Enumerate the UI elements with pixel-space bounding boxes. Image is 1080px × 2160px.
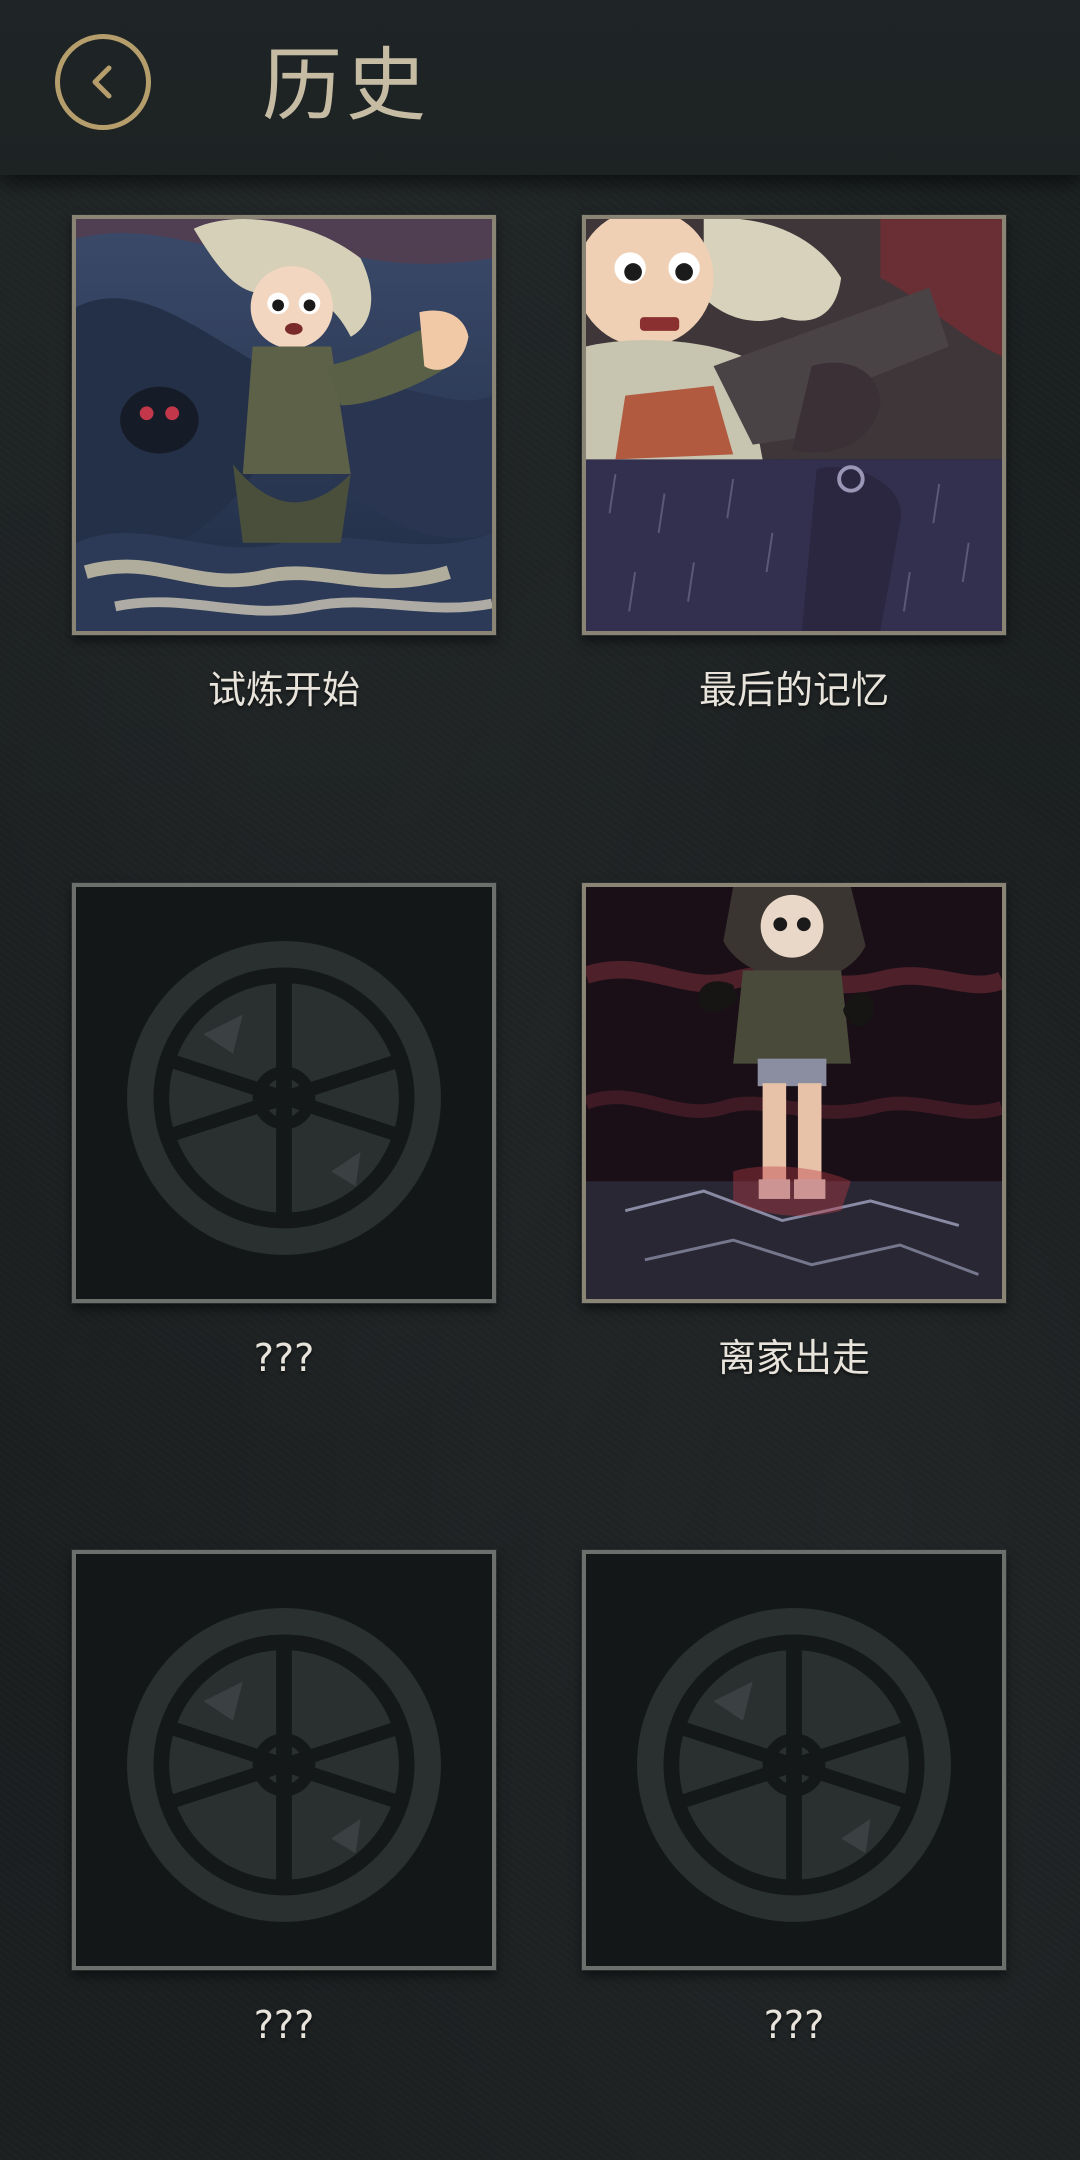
last-memory-illustration xyxy=(586,219,1002,631)
history-entry-6: ??? xyxy=(582,1550,1006,2050)
history-thumbnail-3[interactable] xyxy=(72,883,496,1303)
history-thumbnail-6[interactable] xyxy=(582,1550,1006,1970)
running-away-illustration xyxy=(586,887,1002,1299)
back-button[interactable] xyxy=(55,34,151,130)
page-title: 历史 xyxy=(262,39,430,132)
trial-begins-illustration xyxy=(76,219,492,631)
history-thumbnail-5[interactable] xyxy=(72,1550,496,1970)
history-entry-2: 最后的记忆 xyxy=(582,215,1006,715)
chevron-left-icon xyxy=(92,65,112,99)
history-caption-4: 离家出走 xyxy=(717,1336,870,1380)
history-entry-5: ??? xyxy=(72,1550,496,2050)
history-thumbnail-2[interactable] xyxy=(582,215,1006,635)
history-caption-2: 最后的记忆 xyxy=(698,668,889,712)
history-caption-1: 试炼开始 xyxy=(207,668,360,712)
history-entry-1: 试炼开始 xyxy=(72,215,496,715)
sealed-emblem-icon xyxy=(586,1554,1002,1966)
history-thumbnail-1[interactable] xyxy=(72,215,496,635)
history-thumbnail-4[interactable] xyxy=(582,883,1006,1303)
history-caption-3: ??? xyxy=(253,1336,315,1380)
history-entry-3: ??? xyxy=(72,883,496,1383)
sealed-emblem-icon xyxy=(76,1554,492,1966)
history-caption-5: ??? xyxy=(253,2003,315,2047)
sealed-emblem-icon xyxy=(76,887,492,1299)
history-caption-6: ??? xyxy=(763,2003,825,2047)
history-entry-4: 离家出走 xyxy=(582,883,1006,1383)
top-bar: 历史 xyxy=(0,0,1080,175)
